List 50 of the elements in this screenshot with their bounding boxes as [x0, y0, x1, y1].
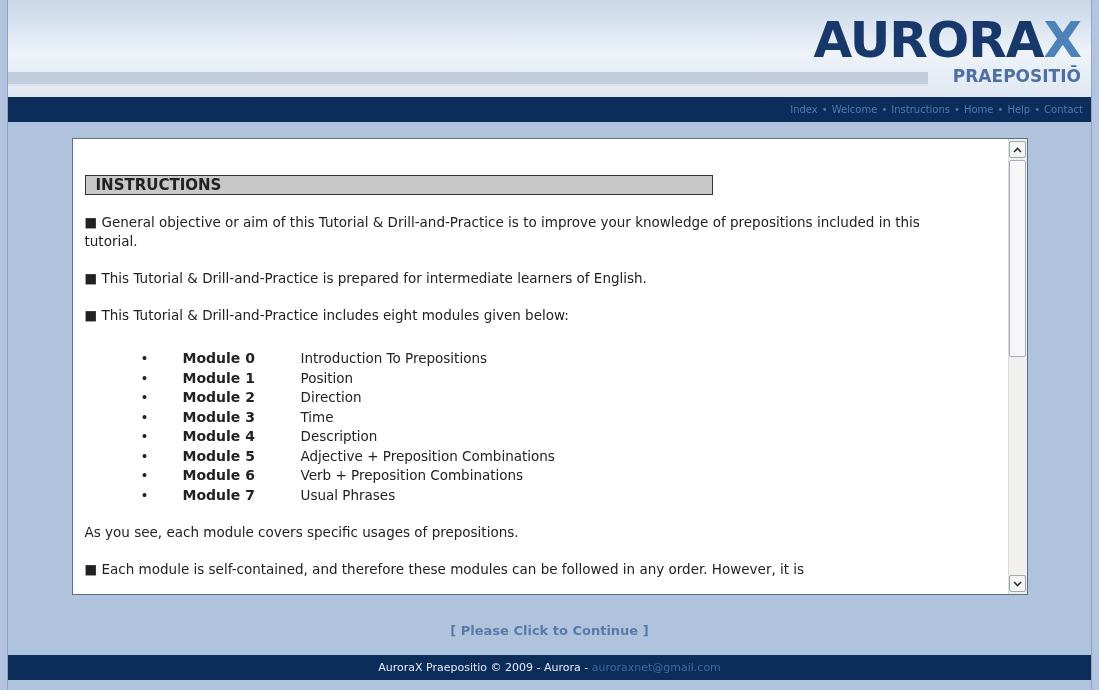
paragraph: ■ Each module is self-contained, and therefore these modules can be followed in any order. However, it is	[84, 560, 806, 579]
nav-separator: •	[821, 104, 828, 115]
paragraph: ■ General objective or aim of this Tutorial & Drill-and-Practice is to improve your knowledge of prepositions included in this tutorial.	[84, 213, 921, 251]
module-topic: Verb + Preposition Combinations	[300, 466, 525, 485]
module-topic: Introduction To Prepositions	[300, 349, 488, 368]
paragraph: ■ This Tutorial & Drill-and-Practice includes eight modules given below:	[84, 306, 570, 325]
bullet: •	[140, 349, 150, 368]
scroll-down-icon[interactable]	[1013, 580, 1022, 587]
paragraph: ■ This Tutorial & Drill-and-Practice is prepared for intermediate learners of English.	[84, 269, 648, 288]
nav-link[interactable]: Instructions	[891, 104, 951, 115]
bullet: •	[140, 485, 150, 505]
module-topic: Position	[300, 368, 355, 388]
bullet: •	[140, 427, 150, 446]
module-name: Module 1	[182, 368, 256, 388]
nav-separator: •	[1034, 104, 1041, 115]
module-name: Module 3	[182, 407, 256, 427]
nav-separator: •	[997, 104, 1004, 115]
module-topic: Direction	[300, 388, 363, 407]
module-topic: Description	[300, 427, 379, 446]
nav-link[interactable]: Welcome	[831, 104, 878, 115]
module-name: Module 0	[182, 349, 256, 368]
module-name: Module 7	[182, 485, 256, 505]
scrollbar[interactable]	[1007, 139, 1027, 594]
module-name: Module 2	[182, 388, 256, 407]
module-topic: Adjective + Preposition Combinations	[300, 446, 556, 466]
email-link[interactable]: auroraxnet@gmail.com	[591, 661, 721, 674]
module-topic: Time	[300, 407, 335, 427]
nav-link[interactable]: Contact	[1044, 104, 1083, 115]
module-name: Module 6	[182, 466, 256, 485]
nav-link[interactable]: Help	[1007, 104, 1031, 115]
nav-link[interactable]: Home	[963, 104, 994, 115]
module-topic: Usual Phrases	[300, 485, 397, 505]
continue-link[interactable]: [ Please Click to Continue ]	[450, 623, 649, 638]
logo-subtitle: PRAEPOSITIŌ	[952, 66, 1081, 86]
scrollbar-thumb[interactable]	[1009, 160, 1026, 357]
bullet: •	[140, 446, 150, 466]
paragraph: As you see, each module covers specific usages of prepositions.	[84, 523, 520, 542]
module-name: Module 5	[182, 446, 256, 466]
scroll-up-icon[interactable]	[1013, 146, 1022, 153]
section-heading: INSTRUCTIONS	[84, 175, 713, 195]
nav-separator: •	[881, 104, 888, 115]
nav-link[interactable]: Index	[790, 104, 818, 115]
bullet: •	[140, 407, 150, 427]
bullet: •	[140, 388, 150, 407]
footer-text: AuroraX Praepositio © 2009 - Aurora -	[378, 661, 590, 674]
module-name: Module 4	[182, 427, 256, 446]
nav-separator: •	[954, 104, 960, 115]
bullet: •	[140, 368, 150, 388]
logo: AURORAX	[813, 14, 1081, 66]
bullet: •	[140, 466, 150, 485]
